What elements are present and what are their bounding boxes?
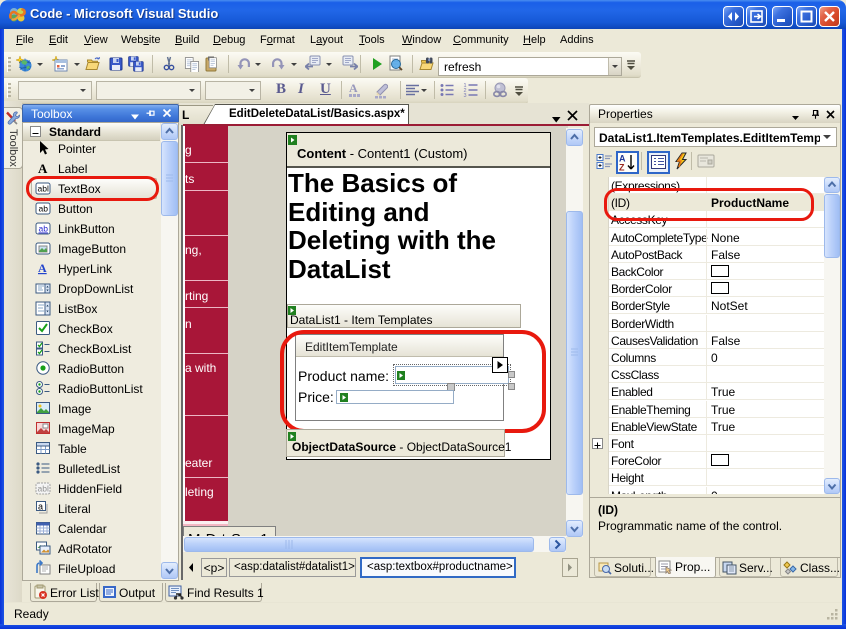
svg-text:A: A bbox=[349, 82, 358, 95]
svg-text:Z: Z bbox=[619, 163, 625, 173]
svg-text:A: A bbox=[38, 161, 48, 176]
svg-text:A: A bbox=[38, 261, 47, 275]
svg-text:a: a bbox=[38, 502, 43, 512]
svg-text:abl: abl bbox=[38, 184, 49, 194]
svg-text:ab: ab bbox=[39, 204, 49, 214]
svg-text:abl: abl bbox=[38, 484, 49, 494]
svg-text:3: 3 bbox=[464, 93, 467, 98]
svg-text:ab: ab bbox=[39, 224, 49, 234]
